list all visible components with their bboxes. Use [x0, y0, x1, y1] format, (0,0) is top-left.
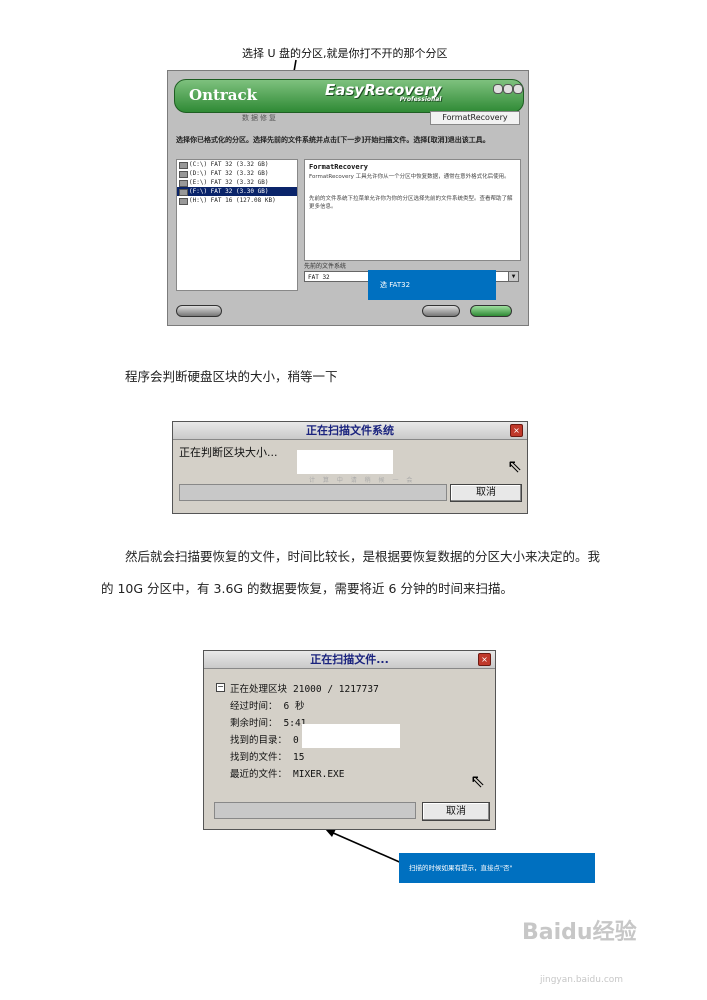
partition-item[interactable]: (H:\) FAT 16 (127.08 KB) — [177, 196, 297, 205]
minimize-icon[interactable] — [493, 84, 503, 94]
cancel-button[interactable]: 取消 — [450, 484, 522, 502]
partition-item[interactable]: (C:\) FAT 32 (3.32 GB) — [177, 160, 297, 169]
close-icon[interactable]: × — [510, 424, 523, 437]
close-icon[interactable]: × — [478, 653, 491, 666]
paragraph-2-line-1: 然后就会扫描要恢复的文件，时间比较长，是根据要恢复数据的分区大小来决定的。我 — [125, 549, 601, 564]
maximize-icon[interactable] — [503, 84, 513, 94]
faint-text: 计 算 中 请 稍 候 一 会 — [309, 477, 416, 484]
callout-select-fat32: 选 FAT32 — [368, 270, 496, 300]
status-row: 剩余时间： 5:41 — [230, 718, 307, 729]
description-panel: FormatRecovery FormatRecovery 工具允许你从一个分区… — [304, 159, 521, 261]
chevron-down-icon[interactable]: ▼ — [508, 272, 518, 281]
status-row: 找到的目录： 0 — [230, 735, 299, 746]
paragraph-1: 程序会判断硬盘区块的大小，稍等一下 — [125, 369, 338, 384]
partition-list[interactable]: (C:\) FAT 32 (3.32 GB) (D:\) FAT 32 (3.3… — [176, 159, 298, 291]
status-row: 正在处理区块 21000 / 1217737 — [230, 684, 379, 695]
mouse-cursor-icon: ⇖ — [507, 456, 523, 477]
progress-bar — [179, 484, 447, 501]
help-button[interactable] — [176, 305, 222, 317]
paragraph-2-line-2: 的 10G 分区中，有 3.6G 的数据要恢复，需要将近 6 分钟的时间来扫描。 — [101, 581, 513, 596]
partition-item[interactable]: (D:\) FAT 32 (3.32 GB) — [177, 169, 297, 178]
brand-logo: Ontrack — [189, 86, 258, 104]
filesystem-label: 先前的文件系统 — [304, 263, 347, 270]
progress-bar — [214, 802, 416, 819]
blank-area — [302, 724, 400, 748]
instruction-text: 选择你已格式化的分区。选择先前的文件系统并点击[下一步]开始扫描文件。选择[取消… — [176, 136, 490, 144]
description-text-1: FormatRecovery 工具允许你从一个分区中恢复数据，通常在意外格式化后… — [309, 174, 510, 180]
description-title: FormatRecovery — [309, 163, 369, 171]
status-row: 找到的文件： 15 — [230, 752, 305, 763]
partition-item-selected[interactable]: (F:\) FAT 32 (3.30 GB) — [177, 187, 297, 196]
collapse-icon[interactable]: − — [216, 683, 225, 692]
callout-click-no: 扫描的时候如果有提示，直接点"否" — [399, 853, 595, 883]
dialog-title: 正在扫描文件... — [204, 651, 495, 669]
header-bar: Ontrack EasyRecovery Professional — [174, 79, 524, 113]
status-row: 经过时间： 6 秒 — [230, 701, 305, 712]
scan-files-dialog: 正在扫描文件... × − 正在处理区块 21000 / 1217737 经过时间… — [203, 650, 496, 830]
nav-tab-data-recovery[interactable]: 数据修复 — [242, 113, 278, 123]
blank-area — [297, 450, 393, 474]
status-message: 正在判断区块大小... — [179, 446, 278, 459]
watermark-url: jingyan.baidu.com — [540, 975, 624, 985]
back-button[interactable] — [422, 305, 460, 317]
close-icon[interactable] — [513, 84, 523, 94]
next-button[interactable] — [470, 305, 512, 317]
baidu-watermark: Baidu经验 — [522, 920, 637, 945]
filesystem-value: FAT 32 — [308, 274, 330, 281]
product-title: EasyRecovery Professional — [325, 81, 442, 103]
dialog-title: 正在扫描文件系统 — [173, 422, 527, 440]
partition-item[interactable]: (E:\) FAT 32 (3.32 GB) — [177, 178, 297, 187]
cancel-button[interactable]: 取消 — [422, 802, 490, 821]
tab-format-recovery[interactable]: FormatRecovery — [430, 111, 520, 125]
scan-filesystem-dialog: 正在扫描文件系统 × 正在判断区块大小... 计 算 中 请 稍 候 一 会 ⇖… — [172, 421, 528, 514]
description-text-2: 先前的文件系统下拉菜单允许你为你的分区选择先前的文件系统类型。查看帮助了解更多信… — [309, 196, 513, 210]
status-row: 最近的文件： MIXER.EXE — [230, 769, 345, 780]
mouse-cursor-icon: ⇖ — [470, 771, 486, 792]
